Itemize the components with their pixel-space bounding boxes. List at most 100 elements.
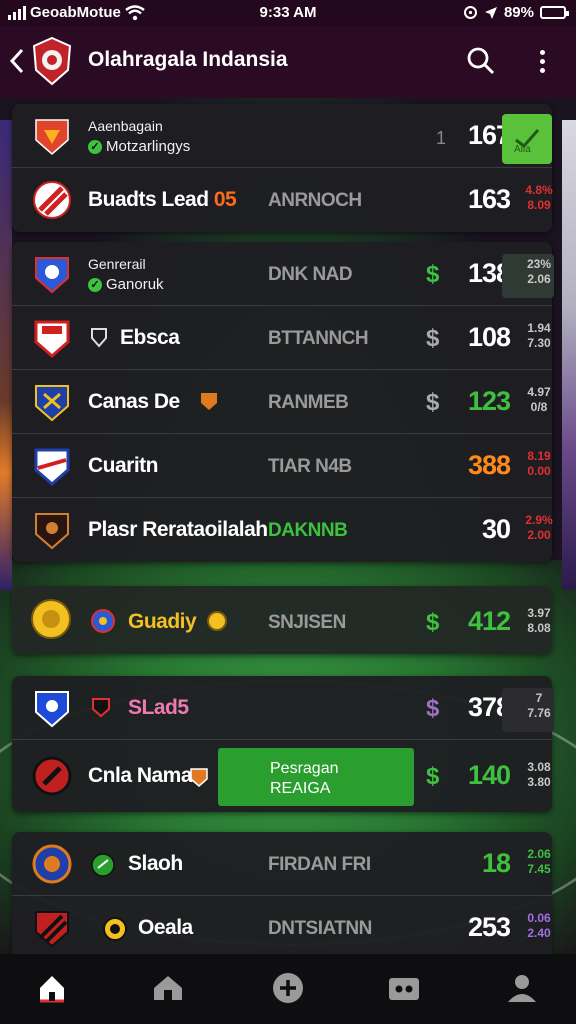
club-logo [30,36,74,86]
match-status: RANMEB [268,392,349,413]
team-name: Buadts Lead 05 [88,188,237,211]
team-name: Ebsca [120,326,180,349]
team-name: Canas De [88,390,180,413]
check-icon: ✓ [88,277,102,292]
odds: 4.8% 8.09 [525,183,553,212]
bottom-nav [0,954,576,1024]
status-bar: GeoabMotue 9:33 AM 89% [0,0,576,26]
soccer-ball-icon [91,853,115,877]
score: 388 [467,450,511,480]
odds: 0.06 2.40 [527,911,551,940]
confirm-label: Alla [514,144,531,155]
list-item[interactable]: Canas De RANMEB $ 123 4.97 0/8 [12,370,552,434]
stadium-icon [154,976,182,1000]
shield-icon [92,698,110,718]
badge-icon [190,768,208,787]
match-status: DNK NAD [268,264,353,285]
match-status: TIAR N4B [268,456,352,477]
score: 30 [481,514,511,544]
add-icon [273,973,303,1003]
nav-add[interactable] [268,968,308,1008]
list-item[interactable]: Cuaritn TIAR N4B 388 8.19 0.00 [12,434,552,498]
team-name: SLad5 [128,696,189,719]
team-crest-icon [33,181,71,219]
match-status: DNTSIATNN [268,918,372,939]
match-card-3: Guadiy SNJISEN $ 412 3.97 8.08 [12,586,552,654]
odds: 23% 2.06 [526,257,552,286]
score: 123 [467,386,511,416]
badge-icon [103,917,127,941]
score: 140 [467,760,511,790]
score: 108 [467,322,511,352]
match-status: FIRDAN FRI [268,854,371,875]
back-button[interactable] [6,44,28,78]
nav-tickets[interactable] [384,968,424,1008]
nav-home[interactable] [32,968,72,1008]
score: 163 [467,184,511,214]
team-crest-icon [35,513,69,550]
team-name: Plasr Rerataoilalah [88,518,268,541]
team-name: Guadiy [128,610,197,633]
left-decor [0,120,12,590]
battery-percent: 89% [503,4,534,21]
team-crest-icon [35,119,69,155]
team-crest-icon [32,756,72,796]
team-crest-icon [34,448,70,486]
match-card-4: SLad5 $ 378 7 7.76 Cnla Nama Pesragan REA… [12,676,554,812]
match-status: BTTANNCH [268,328,369,349]
team-subtitle: Aaenbagain [88,118,163,134]
score: 412 [467,606,511,636]
team-crest-icon [35,911,69,948]
team-name: Cuaritn [88,454,159,477]
page-title: Olahragala Indansia [88,48,288,71]
bet-button-line1: Pesragan [270,760,339,777]
list-item[interactable]: Ebsca BTTANNCH $ 108 1.94 7.30 [12,306,552,370]
team-crest-icon [32,844,72,884]
list-item[interactable]: Aaenbagain ✓ Motzarlingys 1 167 Alla [12,104,552,168]
prefix-number: 1 [436,128,447,148]
confirm-button[interactable]: Alla [502,114,552,164]
score: 18 [481,848,511,878]
score: 253 [467,912,511,942]
app-header: Olahragala Indansia [0,26,576,98]
bet-button-line2: REAIGA [270,780,331,797]
search-icon [467,47,495,75]
battery-icon [540,6,569,19]
currency-icon: $ [426,261,440,288]
list-item[interactable]: Buadts Lead 05 ANRNOCH 163 4.8% 8.09 [12,168,553,232]
team-name: Cnla Nama [88,764,193,787]
home-icon [40,976,64,1003]
search-button[interactable] [466,46,496,76]
profile-icon [508,975,536,1002]
odds: 8.19 0.00 [527,449,551,478]
list-item[interactable]: SLad5 $ 378 7 7.76 [12,676,554,740]
location-icon [484,6,497,19]
team-subtitle: Genrerail [88,256,146,272]
badge-icon [201,393,217,410]
odds: 1.94 7.30 [527,321,551,350]
odds: 4.97 0/8 [527,385,551,414]
alarm-icon [463,6,477,19]
team-crest-icon [35,385,69,422]
team-crest-icon [34,320,70,358]
team-status: ✓ Motzarlingys [88,138,190,155]
coin-icon [207,611,227,631]
list-item[interactable]: Plasr Rerataoilalah DAKNNB 30 2.9% 2.00 [12,498,553,562]
more-menu-button[interactable] [528,46,556,76]
match-status: DAKNNB [268,520,348,541]
match-card-1: Aaenbagain ✓ Motzarlingys 1 167 Alla Buad… [12,104,553,232]
nav-stadium[interactable] [148,968,188,1008]
currency-icon: $ [426,695,440,722]
team-crest-icon [31,599,71,639]
list-item[interactable]: Slaoh FIRDAN FRI 18 2.06 7.45 [12,832,552,896]
list-item[interactable]: Genrerail ✓ Ganoruk DNK NAD $ 138 23% 2.06 [12,242,554,306]
odds: 3.08 3.80 [527,760,551,789]
match-status: ANRNOCH [268,190,362,211]
list-item[interactable]: Guadiy SNJISEN $ 412 3.97 8.08 [12,586,552,654]
list-item[interactable]: Oeala DNTSIATNN 253 0.06 2.40 [12,896,552,960]
bet-button[interactable]: Pesragan REAIGA [218,748,414,806]
odds: 2.9% 2.00 [525,513,553,542]
right-decor [562,120,576,590]
list-item[interactable]: Cnla Nama Pesragan REAIGA $ 140 3.08 3.80 [12,740,552,812]
nav-profile[interactable] [502,968,542,1008]
